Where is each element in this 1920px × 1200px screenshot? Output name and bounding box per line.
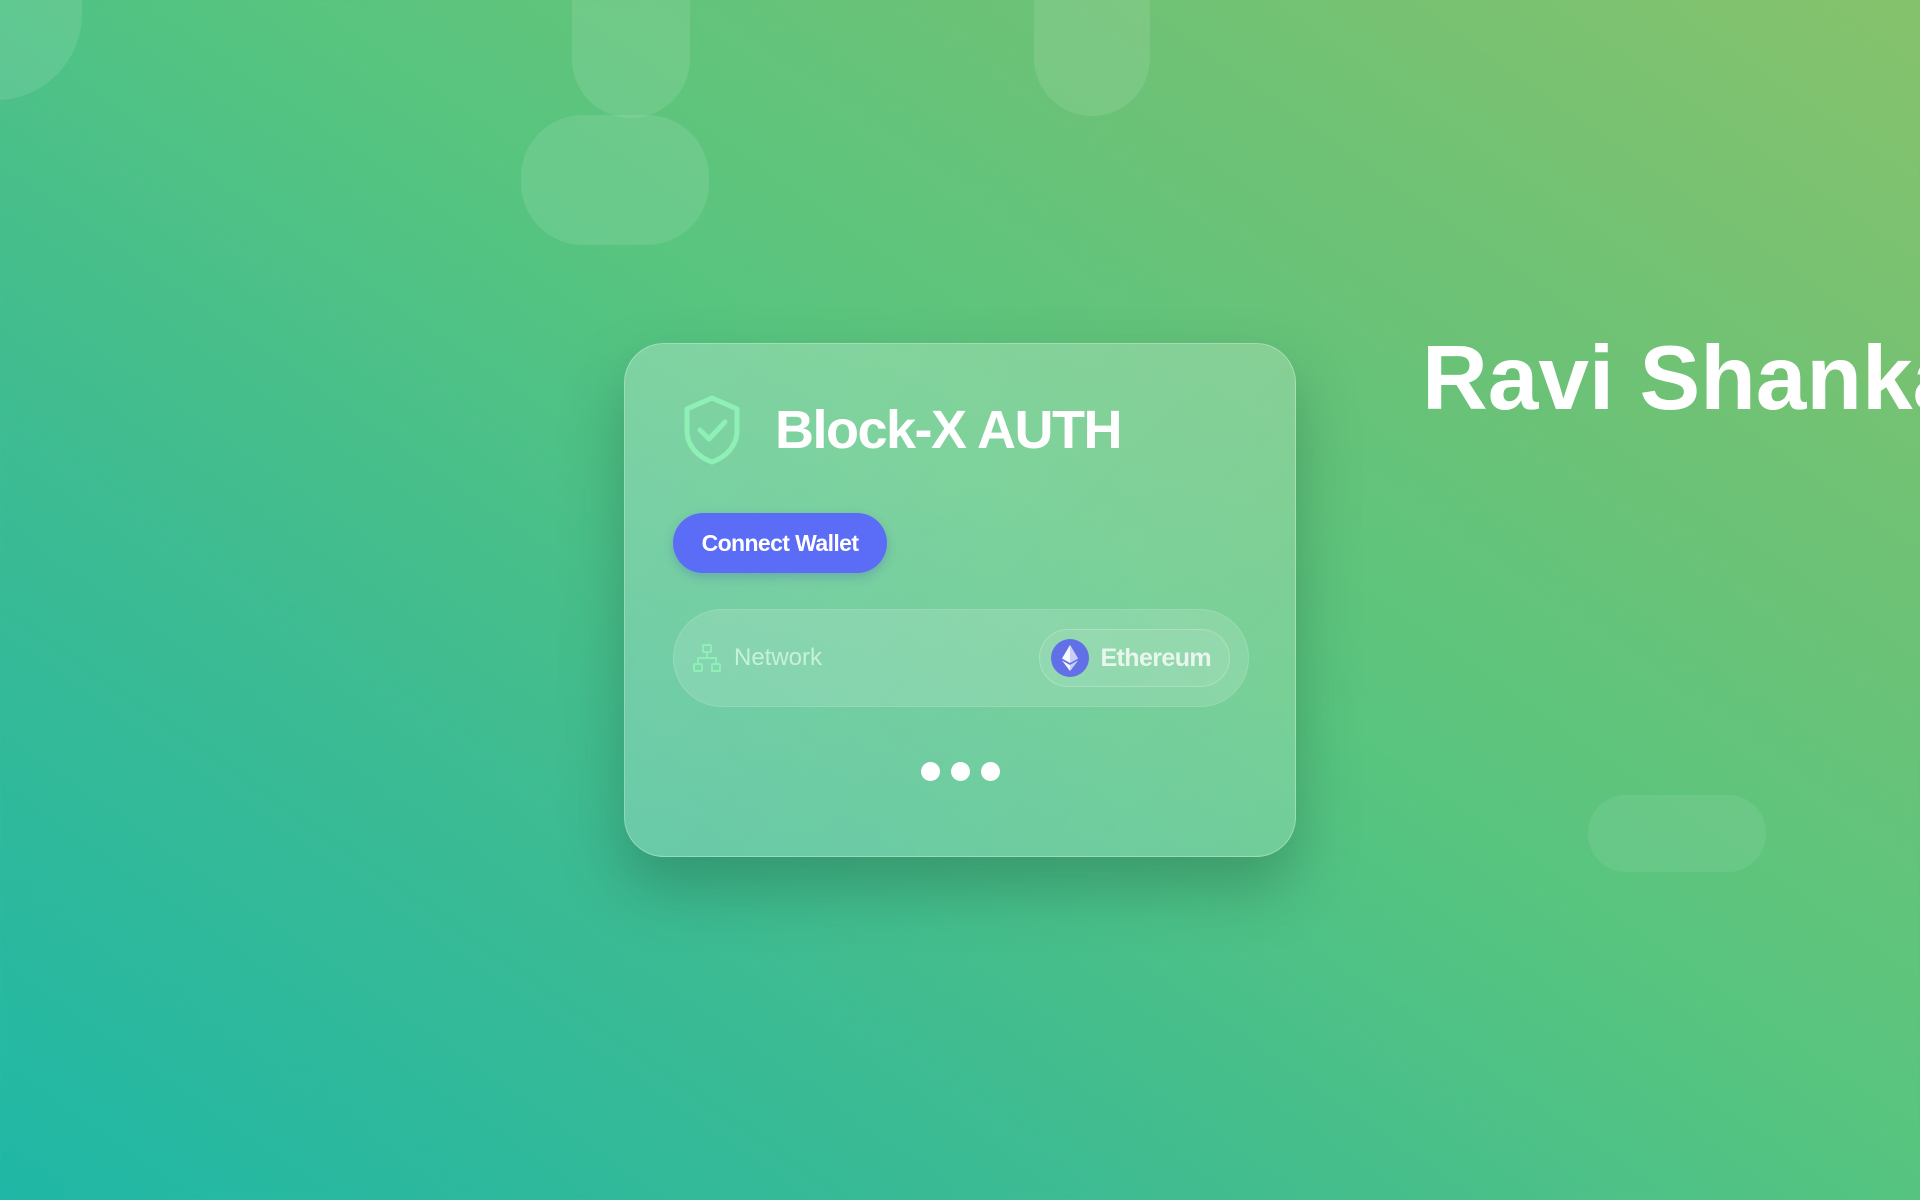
network-chain-pill[interactable]: Ethereum <box>1039 629 1230 687</box>
decorative-blob <box>1034 0 1150 116</box>
shield-check-icon <box>684 395 740 465</box>
decorative-blob <box>572 0 690 118</box>
decorative-blob <box>0 0 82 100</box>
card-header: Block-X AUTH <box>681 394 1123 466</box>
connect-wallet-button[interactable]: Connect Wallet <box>673 513 887 573</box>
app-title: Block-X AUTH <box>775 400 1123 460</box>
decorative-blob <box>521 115 709 245</box>
decorative-blob <box>1588 795 1766 872</box>
auth-card: Block-X AUTH Connect Wallet Network Ethe… <box>624 343 1296 857</box>
network-selector: Network Ethereum <box>673 609 1249 707</box>
ethereum-icon <box>1051 639 1090 677</box>
network-label: Network <box>734 644 823 671</box>
loading-dot <box>951 762 970 781</box>
loading-dot <box>981 762 1000 781</box>
network-tree-icon <box>693 644 721 672</box>
user-name-heading: Ravi Shanka <box>1422 328 1920 429</box>
loading-indicator <box>921 762 1000 781</box>
loading-dot <box>921 762 940 781</box>
selected-network: Ethereum <box>1100 643 1211 672</box>
